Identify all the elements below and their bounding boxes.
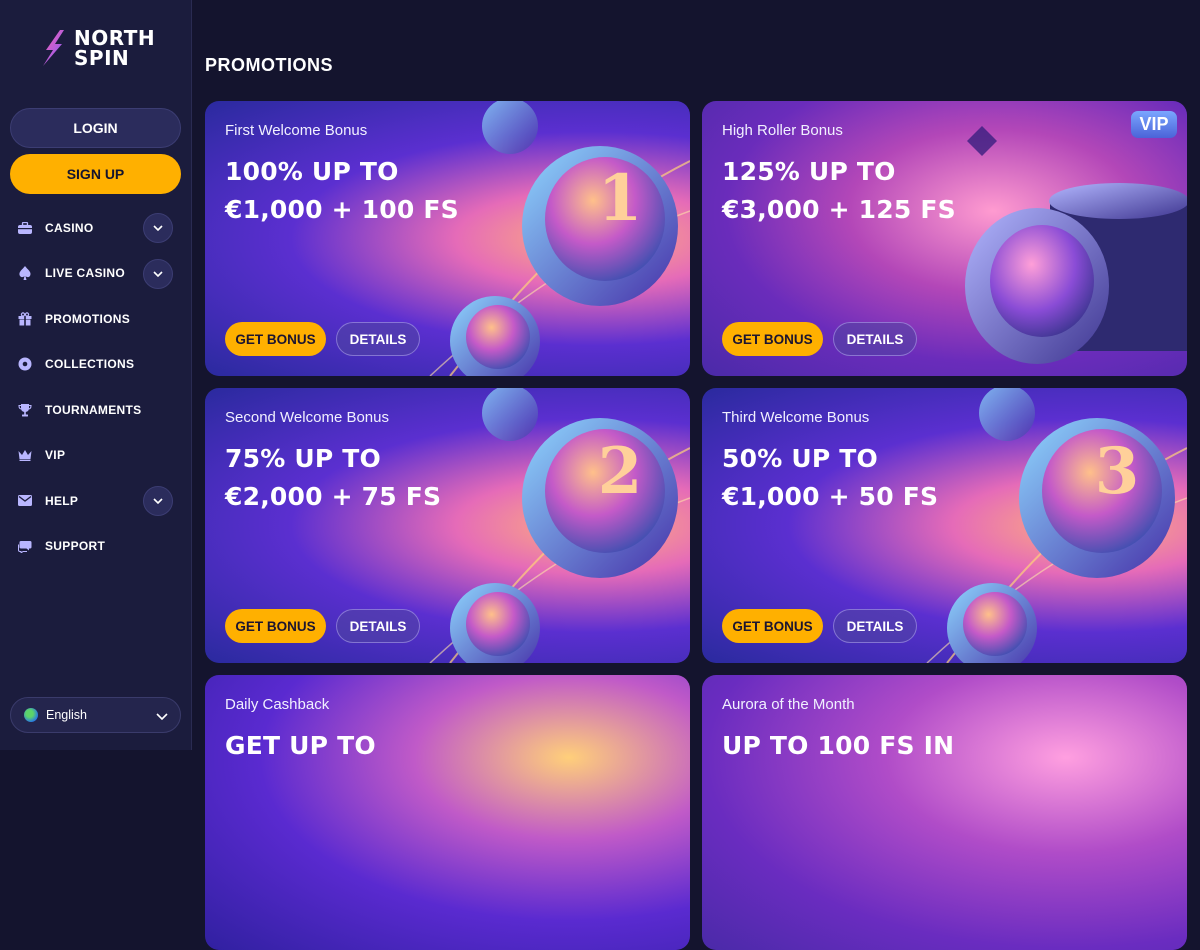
coin-illustration: [429, 101, 690, 376]
globe-icon: [24, 708, 38, 722]
get-bonus-button[interactable]: GET BONUS: [225, 322, 326, 356]
promo-card-daily-cashback[interactable]: Daily Cashback GET UP TO: [205, 675, 690, 950]
sidebar-nav: CASINO LIVE CASINO PROMOTIONS COLLECTION…: [0, 205, 192, 569]
details-button[interactable]: DETAILS: [833, 609, 917, 643]
promo-headline: 125% UP TO €3,000 + 125 FS: [722, 157, 956, 224]
sidebar-item-live-casino[interactable]: LIVE CASINO: [0, 251, 192, 297]
sidebar-item-casino[interactable]: CASINO: [0, 205, 192, 251]
promo-card-third-welcome[interactable]: 3 Third Welcome Bonus 50% UP TO €1,000 +…: [702, 388, 1187, 663]
page-title: PROMOTIONS: [205, 55, 334, 75]
sidebar-item-promotions[interactable]: PROMOTIONS: [0, 296, 192, 342]
get-bonus-button[interactable]: GET BONUS: [722, 609, 823, 643]
language-label: English: [46, 708, 87, 722]
promo-subtitle: High Roller Bonus: [722, 122, 843, 139]
sidebar-item-help[interactable]: HELP: [0, 478, 192, 524]
coin-number: 3: [1094, 434, 1140, 509]
signup-button[interactable]: SIGN UP: [10, 154, 181, 194]
sidebar-item-label: VIP: [45, 448, 66, 463]
main-content: PROMOTIONS 1 First Welcome Bonus 100% UP…: [192, 0, 1200, 950]
crown-icon: [18, 448, 32, 462]
sidebar-item-label: CASINO: [45, 220, 94, 235]
sidebar-item-collections[interactable]: COLLECTIONS: [0, 342, 192, 388]
coin-number: 2: [597, 434, 643, 509]
sidebar-item-tournaments[interactable]: TOURNAMENTS: [0, 387, 192, 433]
spade-icon: [18, 266, 32, 281]
details-button[interactable]: DETAILS: [833, 322, 917, 356]
coin-number: 1: [597, 161, 643, 236]
get-bonus-button[interactable]: GET BONUS: [225, 609, 326, 643]
promo-headline: 50% UP TO €1,000 + 50 FS: [722, 444, 939, 511]
brand-line-2: SPIN: [74, 46, 130, 70]
promo-card-high-roller[interactable]: VIP High Roller Bonus 125% UP TO €3,000 …: [702, 101, 1187, 376]
details-button[interactable]: DETAILS: [336, 609, 420, 643]
chat-icon: [18, 539, 32, 553]
gift-icon: [18, 312, 32, 326]
chevron-down-icon[interactable]: [143, 486, 173, 516]
language-select[interactable]: English: [10, 697, 181, 733]
sidebar-item-label: PROMOTIONS: [45, 311, 131, 326]
promo-subtitle: Daily Cashback: [225, 696, 330, 713]
trophy-icon: [18, 403, 32, 417]
brand-name: NORTH SPIN: [74, 28, 155, 68]
details-button[interactable]: DETAILS: [336, 322, 420, 356]
promo-headline: 100% UP TO €1,000 + 100 FS: [225, 157, 459, 224]
sidebar-item-label: TOURNAMENTS: [45, 402, 142, 417]
sidebar: NORTH SPIN LOGIN SIGN UP CASINO LIVE CAS…: [0, 0, 192, 750]
brand-logo[interactable]: NORTH SPIN: [38, 28, 155, 68]
promo-headline: 75% UP TO €2,000 + 75 FS: [225, 444, 442, 511]
vip-badge: VIP: [1131, 111, 1177, 138]
promo-card-aurora-of-the-month[interactable]: Aurora of the Month UP TO 100 FS IN: [702, 675, 1187, 950]
sidebar-item-label: HELP: [45, 493, 79, 508]
get-bonus-button[interactable]: GET BONUS: [722, 322, 823, 356]
sidebar-item-support[interactable]: SUPPORT: [0, 524, 192, 570]
promo-headline: UP TO 100 FS IN: [722, 731, 955, 760]
chevron-down-icon[interactable]: [143, 258, 173, 289]
sidebar-item-label: LIVE CASINO: [45, 266, 125, 281]
chevron-down-icon[interactable]: [143, 213, 173, 243]
collection-icon: [18, 357, 32, 371]
promo-card-second-welcome[interactable]: 2 Second Welcome Bonus 75% UP TO €2,000 …: [205, 388, 690, 663]
promo-card-first-welcome[interactable]: 1 First Welcome Bonus 100% UP TO €1,000 …: [205, 101, 690, 376]
login-button[interactable]: LOGIN: [10, 108, 181, 148]
promo-subtitle: Third Welcome Bonus: [722, 409, 870, 426]
sidebar-item-label: SUPPORT: [45, 539, 106, 554]
promo-subtitle: Second Welcome Bonus: [225, 409, 389, 426]
briefcase-icon: [18, 221, 32, 235]
promo-subtitle: Aurora of the Month: [722, 696, 855, 713]
sidebar-item-label: COLLECTIONS: [45, 357, 135, 372]
promo-headline: GET UP TO: [225, 731, 376, 760]
chip-stack-illustration: [965, 126, 1187, 364]
lightning-logo-icon: [43, 30, 64, 66]
sidebar-item-vip[interactable]: VIP: [0, 433, 192, 479]
coin-illustration: [429, 388, 690, 663]
promo-subtitle: First Welcome Bonus: [225, 122, 368, 139]
coin-illustration: [926, 388, 1187, 663]
brand-line-1: NORTH: [74, 26, 156, 50]
chevron-down-icon: [156, 709, 168, 723]
mail-icon: [18, 494, 32, 508]
